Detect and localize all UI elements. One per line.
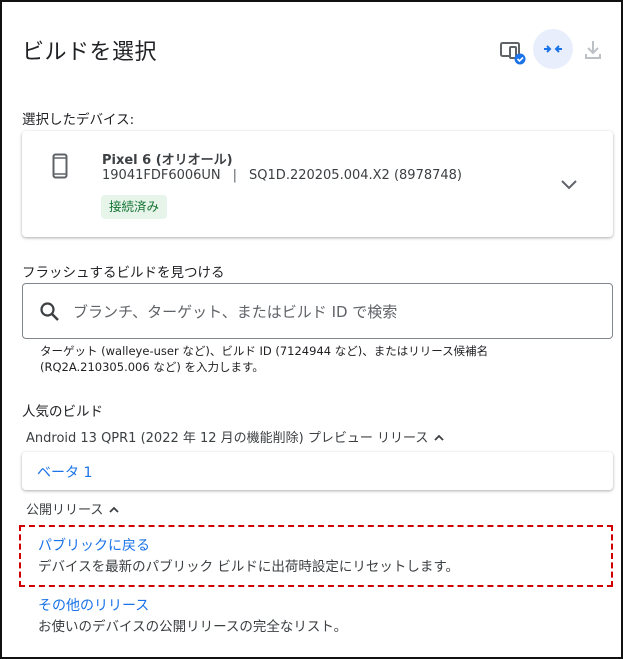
device-name: Pixel 6 (オリオール) [102,153,233,168]
device-serial: 19041FDF6006UN [102,168,221,183]
chevron-up-icon [434,432,444,442]
phone-icon [52,153,68,179]
group-header-android13[interactable]: Android 13 QPR1 (2022 年 12 月の機能削除) プレビュー… [26,427,444,446]
device-status-icon[interactable] [499,38,527,66]
build-item-beta1[interactable]: ベータ 1 [22,452,613,490]
device-card[interactable]: Pixel 6 (オリオール) 19041FDF6006UN | SQ1D.2202… [22,131,613,237]
back-to-public-link[interactable]: パブリックに戻る [38,535,150,555]
search-icon [38,300,62,324]
group-header-public[interactable]: 公開リリース [26,499,119,518]
dialog-title: ビルドを選択 [22,40,158,65]
back-to-public-description: デバイスを最新のパブリック ビルドに出荷時設定にリセットします。 [38,559,460,575]
search-input[interactable] [73,298,593,326]
find-build-label: フラッシュするビルドを見つける [22,265,225,281]
other-releases-link[interactable]: その他のリリース [38,595,149,615]
search-field[interactable] [22,283,613,339]
download-icon[interactable] [582,38,604,62]
group-title: 公開リリース [26,503,104,518]
device-details: 19041FDF6006UN | SQ1D.220205.004.X2 (89787… [102,168,462,183]
sync-icon[interactable] [533,29,573,69]
group-title: Android 13 QPR1 (2022 年 12 月の機能削除) プレビュー… [26,431,429,446]
build-item-label: ベータ 1 [37,465,93,481]
device-build: SQ1D.220205.004.X2 (8978748) [249,168,462,183]
search-hint: ターゲット (walleye-user など)、ビルド ID (7124944 … [40,344,489,374]
chevron-up-icon [109,504,119,514]
status-badge: 接続済み [101,195,168,219]
chevron-down-icon[interactable] [559,174,579,194]
other-releases-description: お使いのデバイスの公開リリースの完全なリスト。 [38,619,348,635]
selected-device-label: 選択したデバイス: [22,112,135,128]
device-details-separator: | [232,168,238,183]
popular-builds-label: 人気のビルド [22,404,103,420]
